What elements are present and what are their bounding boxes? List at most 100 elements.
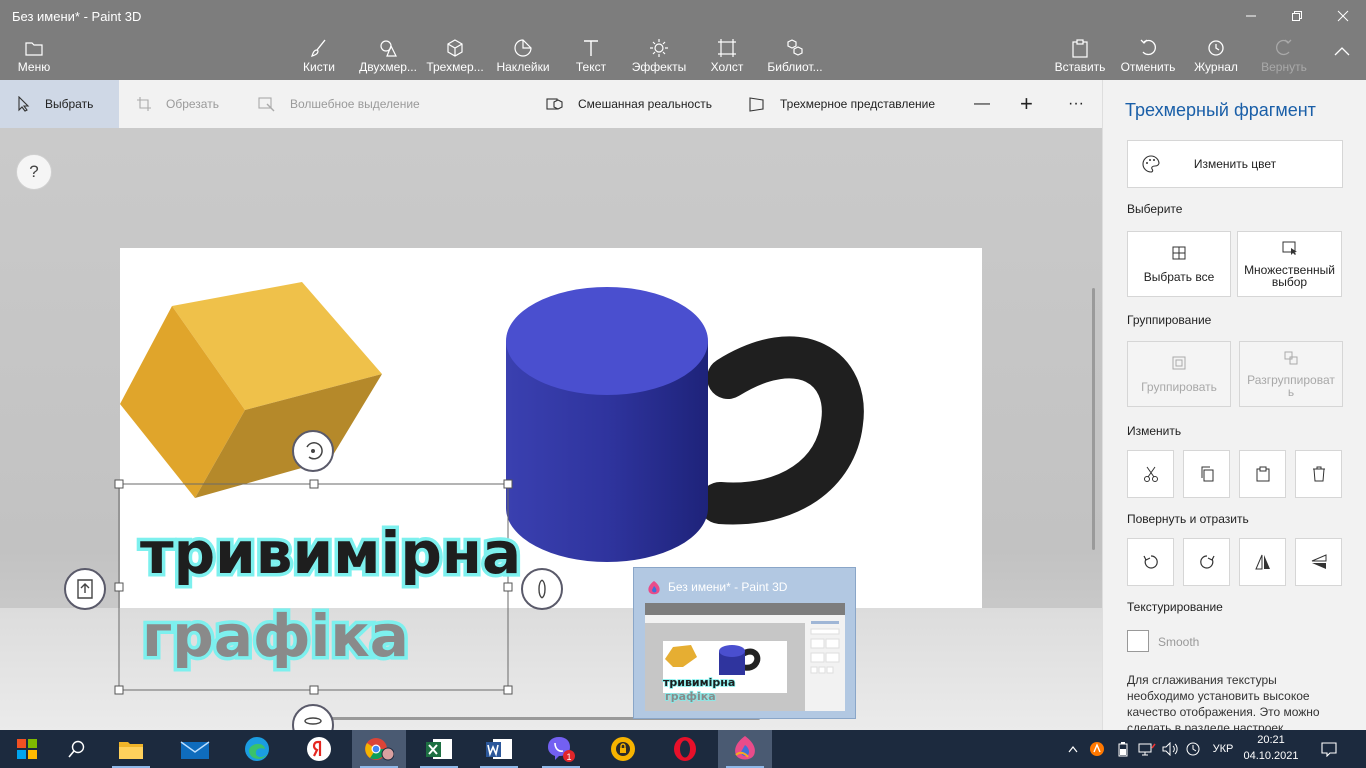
tray-battery[interactable] (1112, 730, 1134, 768)
text-tool[interactable]: Текст (568, 32, 614, 80)
start-button[interactable] (0, 730, 54, 768)
copy-button[interactable] (1183, 450, 1230, 498)
smooth-checkbox[interactable] (1127, 630, 1149, 652)
paint3d-icon (648, 581, 660, 595)
search-button[interactable] (50, 730, 104, 768)
taskbar-thumbnail-preview[interactable]: Без имени* - Paint 3D тривимірна графіка (633, 567, 856, 719)
tray-network[interactable] (1136, 730, 1158, 768)
taskbar-yandex[interactable] (292, 730, 346, 768)
trash-icon (1312, 466, 1325, 482)
scissors-icon (1143, 466, 1158, 482)
magic-select-tool[interactable]: Волшебное выделение (258, 80, 420, 128)
change-color-button[interactable]: Изменить цвет (1127, 140, 1343, 188)
group-heading: Группирование (1127, 313, 1212, 327)
close-icon (1337, 10, 1349, 22)
delete-button[interactable] (1295, 450, 1342, 498)
tray-language[interactable]: УКР (1206, 730, 1240, 768)
paint3d-icon (735, 736, 755, 760)
taskbar-chrome[interactable] (352, 730, 406, 768)
shapes-2d-tool[interactable]: Двухмер... (356, 32, 420, 80)
cut-button[interactable] (1127, 450, 1174, 498)
tray-volume[interactable] (1160, 730, 1182, 768)
select-all-icon (1172, 246, 1186, 260)
flip-horizontal-icon (1254, 554, 1270, 570)
taskbar-file-explorer[interactable] (104, 730, 158, 768)
library-icon (787, 39, 803, 56)
mail-icon (180, 741, 210, 759)
shapes-3d-icon (447, 39, 463, 57)
collapse-ribbon-button[interactable] (1330, 32, 1354, 80)
canvas-tool[interactable]: Холст (704, 32, 750, 80)
battery-icon (1118, 742, 1128, 757)
maximize-button[interactable] (1274, 0, 1320, 32)
taskbar-excel[interactable] (412, 730, 466, 768)
ungroup-button[interactable]: Разгруппироват ь (1239, 341, 1343, 407)
action-center-button[interactable] (1316, 730, 1342, 768)
rotate-y-handle[interactable] (521, 568, 563, 610)
3d-view-button[interactable]: Трехмерное представление (748, 80, 935, 128)
shapes-3d-tool[interactable]: Трехмер... (424, 32, 486, 80)
redo-button[interactable]: Вернуть (1258, 32, 1310, 80)
taskbar-paint3d[interactable] (718, 730, 772, 768)
effects-tool[interactable]: Эффекты (630, 32, 688, 80)
paste-icon (1072, 39, 1088, 58)
undo-button[interactable]: Отменить (1120, 32, 1176, 80)
cube-object[interactable] (120, 282, 382, 498)
taskbar-edge[interactable] (230, 730, 284, 768)
multi-select-button[interactable]: Множественный выбор (1237, 231, 1342, 297)
viber-icon: 1 (548, 737, 575, 762)
depth-icon (77, 579, 93, 599)
minimize-button[interactable] (1228, 0, 1274, 32)
group-icon (1172, 356, 1186, 370)
paste-button[interactable]: Вставить (1054, 32, 1106, 80)
rotate-right-button[interactable] (1183, 538, 1230, 586)
texture-heading: Текстурирование (1127, 600, 1223, 614)
flip-horizontal-button[interactable] (1239, 538, 1286, 586)
history-button[interactable]: Журнал (1192, 32, 1240, 80)
mixed-reality-button[interactable]: Смешанная реальность (546, 80, 712, 128)
taskbar-vpn[interactable] (596, 730, 650, 768)
file-explorer-icon (119, 742, 143, 759)
select-all-button[interactable]: Выбрать все (1127, 231, 1231, 297)
taskbar-mail[interactable] (168, 730, 222, 768)
magic-select-icon (258, 97, 275, 112)
tray-clock[interactable]: 20:21 04.10.2021 (1240, 732, 1302, 764)
crop-tool[interactable]: Обрезать (136, 80, 219, 128)
select-tool[interactable]: Выбрать (0, 80, 119, 128)
tray-sync[interactable] (1182, 730, 1204, 768)
stickers-tool[interactable]: Наклейки (494, 32, 552, 80)
panel-title: Трехмерный фрагмент (1125, 100, 1316, 120)
zoom-out-button[interactable]: — (974, 80, 990, 128)
move-depth-handle[interactable] (64, 568, 106, 610)
flip-vertical-button[interactable] (1295, 538, 1342, 586)
more-options-button[interactable]: ··· (1068, 80, 1084, 128)
paste-panel-button[interactable] (1239, 450, 1286, 498)
text-icon (584, 40, 598, 56)
taskbar-opera[interactable] (658, 730, 712, 768)
tray-overflow-button[interactable] (1064, 730, 1082, 768)
chrome-icon (365, 738, 394, 761)
brushes-tool[interactable]: Кисти (296, 32, 342, 80)
mug-object[interactable] (506, 287, 864, 562)
rotate-z-handle[interactable] (292, 430, 334, 472)
undo-icon (1140, 39, 1156, 56)
word-icon (486, 739, 512, 759)
scene-3d[interactable]: тривимірна графіка (0, 128, 1102, 730)
search-icon (68, 740, 85, 758)
yandex-icon (307, 737, 331, 761)
menu-button[interactable]: Меню (14, 32, 54, 80)
taskbar-viber[interactable]: 1 (534, 730, 588, 768)
close-button[interactable] (1320, 0, 1366, 32)
notifications-icon (1321, 742, 1337, 757)
group-button[interactable]: Группировать (1127, 341, 1231, 407)
rotate-left-button[interactable] (1127, 538, 1174, 586)
folder-icon (25, 42, 43, 56)
rotate-heading: Повернуть и отразить (1127, 512, 1249, 526)
tray-app-icon[interactable] (1086, 730, 1108, 768)
library-tool[interactable]: Библиот... (764, 32, 826, 80)
zoom-in-button[interactable]: + (1020, 80, 1033, 128)
canvas-area[interactable]: ? тривимірна графіка (0, 128, 1102, 730)
3d-text-object[interactable]: тривимірна графіка (137, 516, 525, 674)
taskbar-word[interactable] (472, 730, 526, 768)
svg-text:тривимірна: тривимірна (663, 676, 735, 689)
